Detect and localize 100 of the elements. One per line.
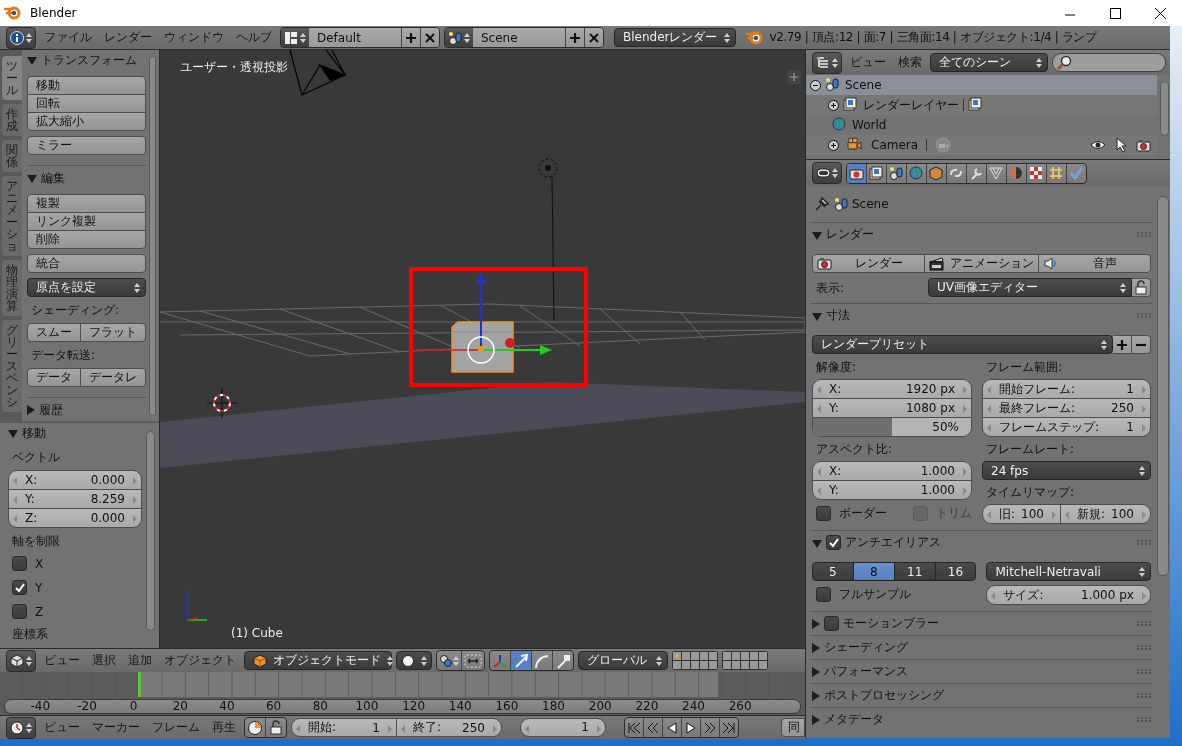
pivot-group[interactable] — [436, 650, 485, 671]
checkbox[interactable] — [12, 580, 27, 595]
expand-toggle[interactable] — [828, 99, 839, 111]
context-tab[interactable] — [847, 163, 866, 183]
menu-item[interactable]: 選択 — [88, 652, 120, 669]
disclosure-triangle-icon[interactable] — [812, 642, 820, 653]
keyframe-button[interactable] — [245, 718, 265, 737]
context-tab[interactable] — [926, 163, 946, 183]
dropdown[interactable]: Mitchell-Netravali — [986, 562, 1151, 581]
menu-item[interactable]: 追加 — [124, 652, 156, 669]
panel-title[interactable]: メタデータ — [824, 711, 1133, 728]
keying-group[interactable] — [244, 717, 287, 738]
panel-title[interactable]: 履歴 — [39, 401, 146, 419]
disclosure-triangle-icon[interactable] — [812, 312, 822, 321]
panel-title[interactable]: パフォーマンス — [824, 663, 1133, 680]
outliner-row[interactable]: Camera — [806, 135, 1157, 155]
panel-title[interactable]: トランスフォーム — [41, 51, 146, 69]
number-field[interactable]: フレームステップ: 1 — [982, 417, 1151, 437]
manipulator-group[interactable] — [489, 650, 574, 671]
cursor-icon[interactable] — [1113, 137, 1128, 153]
menu-item[interactable]: ビュー — [40, 719, 84, 736]
sync-button[interactable]: 同 — [781, 718, 805, 737]
tool-tab[interactable]: ツール — [2, 56, 22, 100]
add-button[interactable] — [1112, 335, 1132, 354]
number-field[interactable]: 開始: 1 — [291, 718, 397, 737]
timeline-track[interactable] — [0, 672, 805, 697]
disclosure-triangle-icon[interactable] — [8, 430, 18, 438]
tool-button[interactable]: 削除 — [27, 230, 146, 249]
toggle-button[interactable] — [461, 651, 484, 670]
menu-item[interactable]: フレーム — [148, 719, 204, 736]
render-icon[interactable] — [1135, 137, 1151, 153]
dropdown[interactable]: UV画像エディター — [928, 278, 1132, 297]
expand-toggle[interactable] — [828, 139, 839, 151]
menu-item[interactable]: オブジェクト — [160, 652, 240, 669]
disclosure-triangle-icon[interactable] — [812, 666, 820, 677]
layer-buttons[interactable] — [722, 651, 768, 670]
context-tab[interactable] — [886, 163, 906, 183]
button[interactable]: アニメーション — [923, 254, 1039, 273]
menu-item[interactable]: ファイル — [40, 29, 96, 46]
tool-button[interactable]: データ — [27, 368, 81, 387]
checkbox[interactable] — [12, 556, 27, 571]
tool-button[interactable]: スムー — [27, 323, 81, 342]
disclosure-triangle-icon[interactable] — [812, 690, 820, 701]
number-field[interactable]: 開始フレーム: 1 — [982, 379, 1151, 399]
pin-icon[interactable] — [814, 196, 830, 212]
tool-button[interactable]: フラット — [80, 323, 146, 342]
tool-button[interactable]: ミラー — [27, 136, 146, 155]
checkbox[interactable] — [826, 535, 841, 550]
tool-button[interactable]: リンク複製 — [27, 212, 146, 231]
editor-type-button[interactable] — [812, 51, 842, 74]
number-field[interactable]: Z: 0.000 — [8, 508, 142, 528]
context-tab[interactable] — [1066, 163, 1086, 183]
dropdown[interactable]: 24 fps — [982, 461, 1151, 480]
disclosure-triangle-icon[interactable] — [27, 175, 37, 183]
tool-button[interactable]: データレ — [80, 368, 146, 387]
sample-button[interactable]: 8 — [852, 562, 895, 581]
menu-item[interactable]: ヘルプ — [232, 29, 276, 46]
frame-ruler[interactable]: -40 -20 0 20 40 60 80 100 120 140 160 180 200 220 240 260 — [4, 698, 801, 714]
checkbox[interactable] — [824, 616, 839, 631]
number-field[interactable]: Y: 8.259 — [8, 489, 142, 509]
context-tab[interactable] — [986, 163, 1006, 183]
number-field[interactable]: X: 0.000 — [8, 470, 142, 490]
context-tabs-bar[interactable] — [846, 162, 1087, 184]
disclosure-triangle-icon[interactable] — [812, 714, 820, 725]
sample-button[interactable]: 5 — [812, 562, 854, 581]
tool-button[interactable]: 回転 — [27, 94, 146, 113]
number-field[interactable]: 新規: 100 — [1059, 504, 1151, 524]
scrollbar[interactable] — [1159, 81, 1169, 136]
menu-item[interactable]: レンダー — [100, 29, 156, 46]
tool-button[interactable]: 拡大縮小 — [27, 112, 146, 131]
number-field[interactable]: X: 1920 px — [812, 379, 972, 399]
number-field[interactable]: 最終フレーム: 250 — [982, 398, 1151, 418]
disclosure-triangle-icon[interactable] — [812, 231, 822, 240]
search-field[interactable] — [1052, 53, 1166, 72]
number-field[interactable]: 旧: 100 — [982, 504, 1061, 524]
sample-button[interactable]: 16 — [934, 562, 977, 581]
mode-dropdown[interactable]: オブジェクトモード — [244, 651, 392, 670]
tool-button[interactable]: 統合 — [27, 254, 146, 273]
manipulator-button[interactable] — [510, 651, 531, 670]
layer-buttons[interactable] — [672, 651, 718, 670]
menu-item[interactable]: 再生 — [208, 719, 240, 736]
number-field[interactable]: X: 1.000 — [812, 461, 972, 481]
panel-title[interactable]: シェーディング — [824, 639, 1133, 656]
menu-item[interactable]: ウィンドウ — [160, 29, 228, 46]
number-field[interactable]: Y: 1080 px — [812, 398, 972, 418]
manipulator-button[interactable] — [552, 651, 573, 670]
editor-type-button[interactable] — [6, 649, 36, 672]
editor-type-button[interactable] — [812, 162, 842, 184]
scrollbar[interactable] — [146, 431, 155, 631]
disclosure-triangle-icon[interactable] — [27, 57, 37, 65]
panel-title[interactable]: ポストプロセッシング — [824, 687, 1133, 704]
editor-type-button[interactable] — [6, 716, 36, 739]
slider-field[interactable]: 50% — [812, 417, 972, 437]
panel-title[interactable]: 編集 — [41, 169, 146, 187]
scrollbar[interactable] — [1156, 196, 1169, 576]
panel-title[interactable]: レンダー — [826, 226, 1133, 243]
menu-item[interactable]: ビュー — [846, 54, 890, 71]
render-engine-dropdown[interactable]: Blenderレンダー — [614, 28, 736, 47]
checkbox[interactable] — [816, 587, 831, 602]
checkbox[interactable] — [816, 506, 831, 521]
